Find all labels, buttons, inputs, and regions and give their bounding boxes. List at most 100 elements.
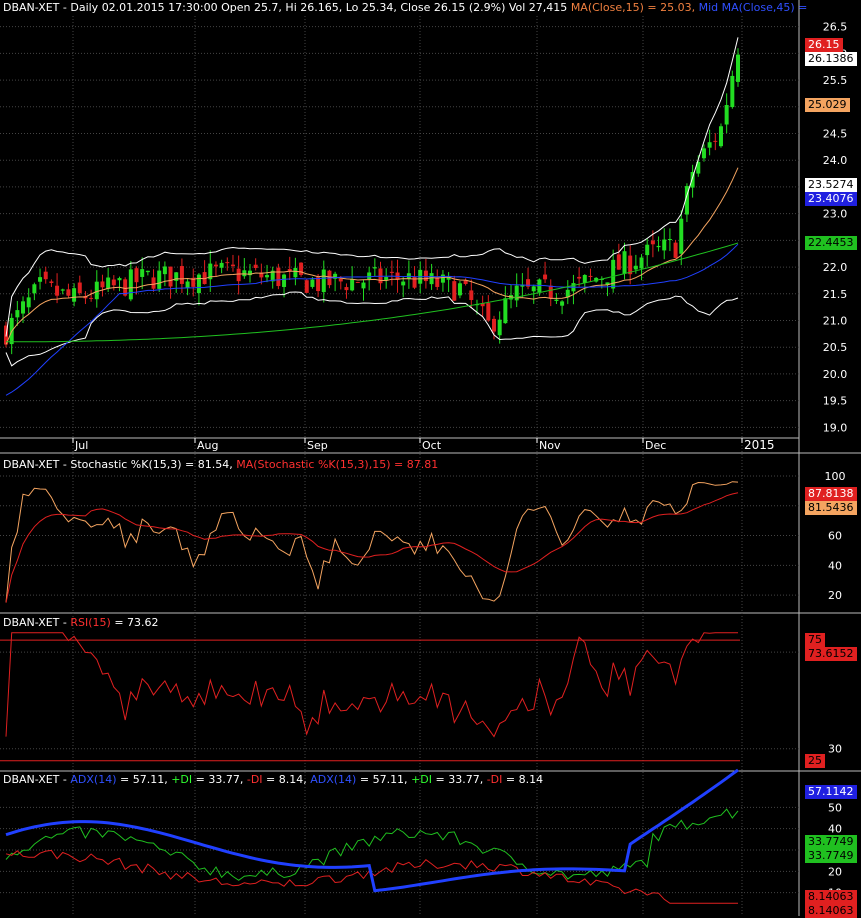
time-axis-label: Sep: [307, 439, 328, 452]
price-y-tick: 24.0: [823, 154, 848, 167]
price-y-tick: 26.5: [823, 21, 848, 34]
candle-body: [548, 285, 553, 299]
rsi-value-tag: 25: [805, 753, 825, 768]
adx-header-part: -DI: [486, 773, 503, 786]
price-y-tick: 21.0: [823, 314, 848, 327]
candle-body: [662, 239, 667, 251]
candle-body: [230, 264, 235, 267]
adx-y-tick: 20: [828, 865, 842, 878]
price-y-tick: 20.5: [823, 341, 848, 354]
candle-body: [679, 218, 684, 254]
bollinger-lower: [5, 291, 739, 367]
candle-body: [713, 140, 718, 142]
adx-header-part: ADX(14): [310, 773, 357, 786]
candle-body: [656, 245, 661, 248]
candle-body: [588, 275, 593, 277]
candle-body: [38, 277, 43, 282]
candle-body: [140, 269, 145, 277]
price-value-tag: 25.029: [805, 98, 850, 113]
candle-body: [236, 268, 241, 282]
adx-header-part: +DI: [171, 773, 193, 786]
candle-body: [128, 269, 133, 300]
candle-body: [344, 287, 349, 291]
price-y-tick: 20.0: [823, 368, 848, 381]
candle-body: [440, 274, 445, 283]
adx-line: [5, 768, 739, 893]
adx-header: DBAN-XET - ADX(14) = 57.11, +DI = 33.77,…: [3, 773, 543, 786]
candle-body: [162, 266, 167, 275]
candle-body: [77, 282, 82, 294]
rsi-value: = 73.62: [114, 616, 159, 629]
rsi-label: RSI(15): [70, 616, 111, 629]
candle-body: [486, 303, 491, 321]
candle-body: [469, 290, 474, 301]
candle-body: [282, 274, 287, 287]
time-axis-label: Aug: [197, 439, 218, 452]
candle-body: [577, 276, 582, 279]
adx-y-tick: 40: [828, 823, 842, 836]
candle-body: [145, 270, 150, 273]
rsi-header: DBAN-XET - RSI(15) = 73.62: [3, 616, 159, 629]
rsi-value-tag: 75: [805, 633, 825, 648]
candle-body: [242, 270, 247, 277]
time-axis-label: Oct: [422, 439, 442, 452]
price-value-tag: 26.1386: [805, 52, 857, 67]
candle-body: [66, 289, 71, 296]
candle-body: [435, 277, 440, 287]
stoch-y-tick: 20: [828, 589, 842, 602]
candle-body: [157, 270, 162, 289]
candle-body: [276, 267, 281, 287]
candle-body: [503, 298, 508, 324]
candle-body: [32, 284, 37, 294]
adx-value-tag: 57.1142: [805, 785, 857, 800]
candle-body: [401, 281, 406, 286]
candle-body: [639, 257, 644, 269]
candle-body: [457, 283, 462, 296]
candle-body: [185, 281, 190, 288]
candle-body: [304, 280, 309, 293]
rsi-value-tag: 73.6152: [805, 647, 857, 662]
price-y-tick: 21.5: [823, 288, 848, 301]
candle-body: [730, 75, 735, 108]
stoch-y-tick: 40: [828, 559, 842, 572]
price-value-tag: 23.4076: [805, 192, 857, 207]
candle-body: [265, 275, 270, 278]
rsi-y-tick: 30: [828, 743, 842, 756]
candle-body: [350, 279, 355, 291]
candle-body: [55, 285, 60, 296]
stoch-y-tick: 100: [825, 470, 846, 483]
adx-value-tag: 33.7749: [805, 848, 857, 863]
candle-body: [72, 288, 77, 302]
candle-body: [412, 276, 417, 288]
price-value-tag: 26.15: [805, 38, 843, 53]
adx-header-part: = 33.77,: [432, 773, 487, 786]
candle-body: [645, 244, 650, 256]
price-header-prefix: DBAN-XET - Daily 02.01.2015 17:30:00 Ope…: [3, 1, 568, 14]
candle-body: [151, 277, 156, 289]
candle-body: [718, 126, 723, 147]
candle-body: [389, 271, 394, 273]
adx-y-tick: 50: [828, 801, 842, 814]
stoch-ma-label: MA(Stochastic %K(15,3),15) = 87.81: [236, 458, 439, 471]
candle-body: [543, 274, 548, 280]
candle-body: [179, 266, 184, 284]
price-y-tick: 19.5: [823, 395, 848, 408]
candle-body: [616, 254, 621, 270]
candle-body: [701, 148, 706, 159]
candle-body: [736, 54, 740, 82]
candle-body: [134, 268, 139, 283]
time-axis-label: 2015: [744, 438, 775, 452]
candle-body: [213, 264, 218, 267]
candle-body: [452, 281, 457, 301]
stoch-k-line: [5, 481, 739, 603]
candle-body: [463, 280, 468, 284]
stoch-header-text: DBAN-XET - Stochastic %K(15,3) = 81.54,: [3, 458, 233, 471]
candle-body: [49, 281, 54, 283]
candle-body: [361, 282, 366, 289]
adx-header-part: ADX(14): [70, 773, 117, 786]
candle-body: [707, 142, 712, 148]
candle-body: [611, 259, 616, 289]
candle-body: [372, 267, 377, 269]
adx-value-tag: 8.14063: [805, 889, 857, 904]
candle-body: [310, 279, 315, 287]
